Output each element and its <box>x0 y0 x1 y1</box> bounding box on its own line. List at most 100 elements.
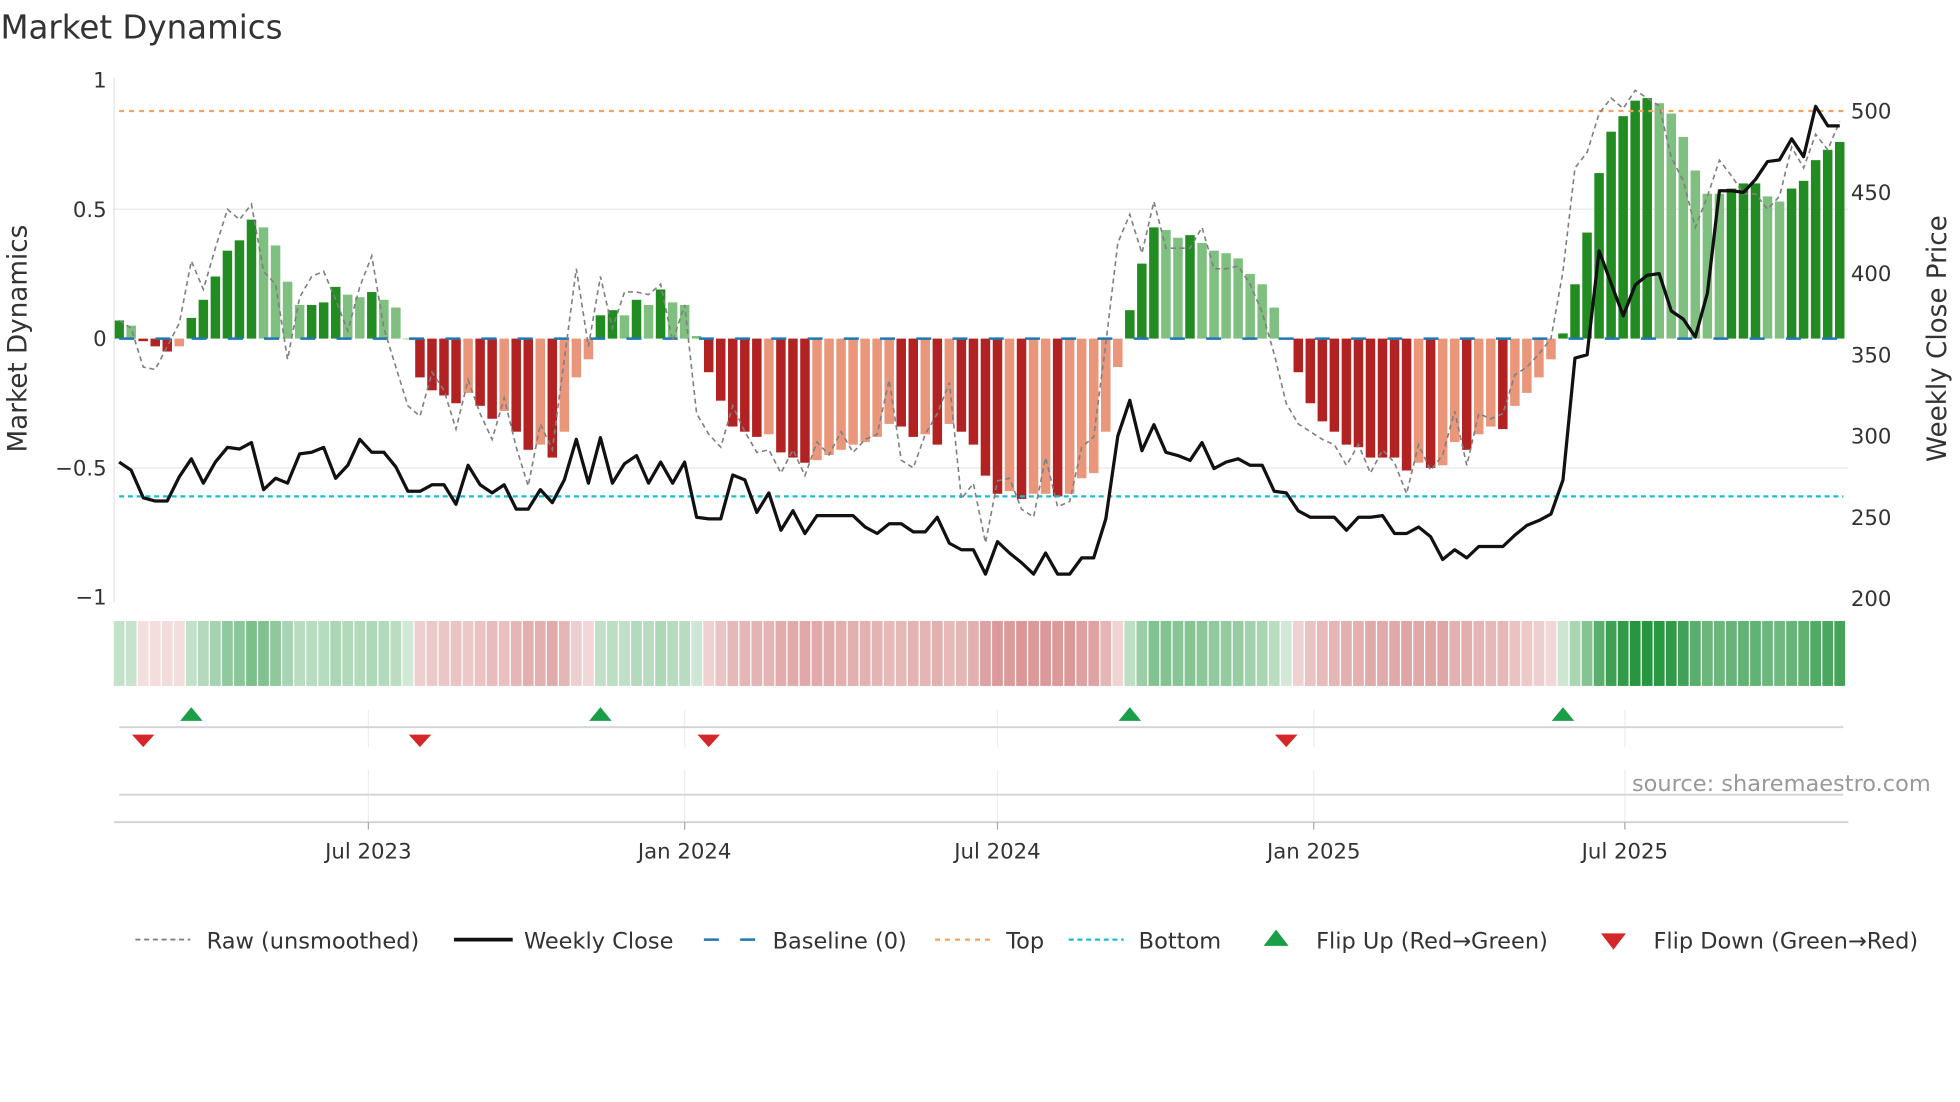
heat-cell <box>1437 620 1449 686</box>
heat-cell <box>402 620 414 686</box>
momentum-bar <box>1690 170 1701 339</box>
heat-cell <box>1750 620 1761 686</box>
heat-cell <box>546 620 558 686</box>
heat-cell <box>1569 620 1581 686</box>
legend-item-close: Weekly Close <box>453 928 673 954</box>
momentum-bar <box>270 245 281 339</box>
heat-cell <box>703 620 715 686</box>
momentum-bar <box>800 338 810 463</box>
momentum-bar <box>1197 242 1207 339</box>
momentum-bar <box>1137 263 1147 339</box>
left-tick-label: 0.5 <box>73 198 107 223</box>
heat-cell <box>1665 620 1677 686</box>
heat-cell <box>234 620 245 686</box>
heat-cell <box>1112 620 1124 686</box>
momentum-bar <box>535 338 546 445</box>
heat-cell <box>1401 620 1412 686</box>
momentum-bar <box>1173 237 1183 339</box>
heat-cell <box>1509 620 1521 686</box>
heat-cell <box>1100 620 1112 686</box>
heat-cell <box>1413 620 1424 686</box>
heat-cell <box>619 620 630 686</box>
heat-cell <box>1076 620 1088 686</box>
momentum-bar <box>210 276 221 339</box>
heat-cell <box>1389 620 1400 686</box>
heat-cell <box>1232 620 1244 686</box>
heat-cell <box>1810 620 1822 686</box>
momentum-bar <box>703 338 714 373</box>
heat-cell <box>137 620 149 686</box>
legend-item-bottom: Bottom <box>1068 928 1221 954</box>
legend-label: Raw (unsmoothed) <box>207 928 420 954</box>
heat-cell <box>715 620 727 686</box>
momentum-bar <box>1654 103 1664 339</box>
momentum-bar <box>607 310 618 339</box>
heat-cell <box>1196 620 1208 686</box>
heat-cell <box>1040 620 1051 686</box>
flip-up-marker <box>1118 707 1142 721</box>
momentum-bar <box>788 338 798 458</box>
momentum-bar <box>511 338 521 432</box>
momentum-bar <box>1389 338 1400 458</box>
heat-cell <box>1726 620 1737 686</box>
momentum-bar <box>355 297 365 339</box>
heat-cell <box>570 620 582 686</box>
raw-line <box>118 89 1841 544</box>
heat-cell <box>534 620 546 686</box>
heat-cell <box>1220 620 1232 686</box>
legend-item-top: Top <box>935 928 1044 954</box>
heat-cell <box>438 620 450 686</box>
heat-cell <box>1329 620 1340 686</box>
momentum-bar <box>1101 338 1111 432</box>
momentum-bar <box>234 240 245 339</box>
heat-cell <box>270 620 281 686</box>
heat-cell <box>992 620 1003 686</box>
momentum-bar <box>1016 338 1027 499</box>
right-tick-label: 200 <box>1851 587 1892 612</box>
left-axis-label: Market Dynamics <box>4 225 34 453</box>
heat-cell <box>161 620 173 686</box>
momentum-bar <box>1510 338 1520 406</box>
momentum-bar <box>318 302 329 339</box>
heat-cell <box>185 620 197 686</box>
heat-cell <box>823 620 835 686</box>
heat-cell <box>474 620 486 686</box>
legend-item-raw: Raw (unsmoothed) <box>135 928 419 954</box>
momentum-bar <box>1341 338 1352 445</box>
heat-cell <box>1714 620 1725 686</box>
momentum-bar <box>1125 310 1135 339</box>
heat-cell <box>558 620 570 686</box>
momentum-bar <box>896 338 906 427</box>
momentum-bar <box>643 304 654 339</box>
heat-cell <box>751 620 763 686</box>
heat-cell <box>859 620 871 686</box>
momentum-bar <box>138 338 148 342</box>
heat-cell <box>1834 620 1846 686</box>
heat-cell <box>197 620 209 686</box>
heat-cell <box>1449 620 1461 686</box>
momentum-bar <box>764 338 774 435</box>
heat-cell <box>907 620 919 686</box>
heat-cell <box>366 620 378 686</box>
momentum-bar <box>908 338 919 437</box>
momentum-bar <box>475 338 485 406</box>
momentum-bar <box>1570 284 1580 339</box>
heat-cell <box>739 620 751 686</box>
momentum-bar <box>776 338 786 453</box>
heat-cell <box>835 620 847 686</box>
legend-label: Flip Down (Green→Red) <box>1653 928 1918 954</box>
heat-cell <box>282 620 293 686</box>
momentum-bar <box>1798 180 1809 339</box>
heat-cell <box>294 620 305 686</box>
heat-cell <box>342 620 354 686</box>
heat-cell <box>1689 620 1701 686</box>
heat-cell <box>1353 620 1364 686</box>
heat-cell <box>330 620 342 686</box>
flip-down-marker <box>1275 734 1298 748</box>
flip-down-marker <box>131 734 155 748</box>
source-credit: source: sharemaestro.com <box>1632 771 1931 797</box>
heat-cell <box>1292 620 1304 686</box>
left-tick-label: −0.5 <box>55 456 107 481</box>
momentum-bar <box>1052 338 1063 497</box>
momentum-bar <box>126 325 136 339</box>
